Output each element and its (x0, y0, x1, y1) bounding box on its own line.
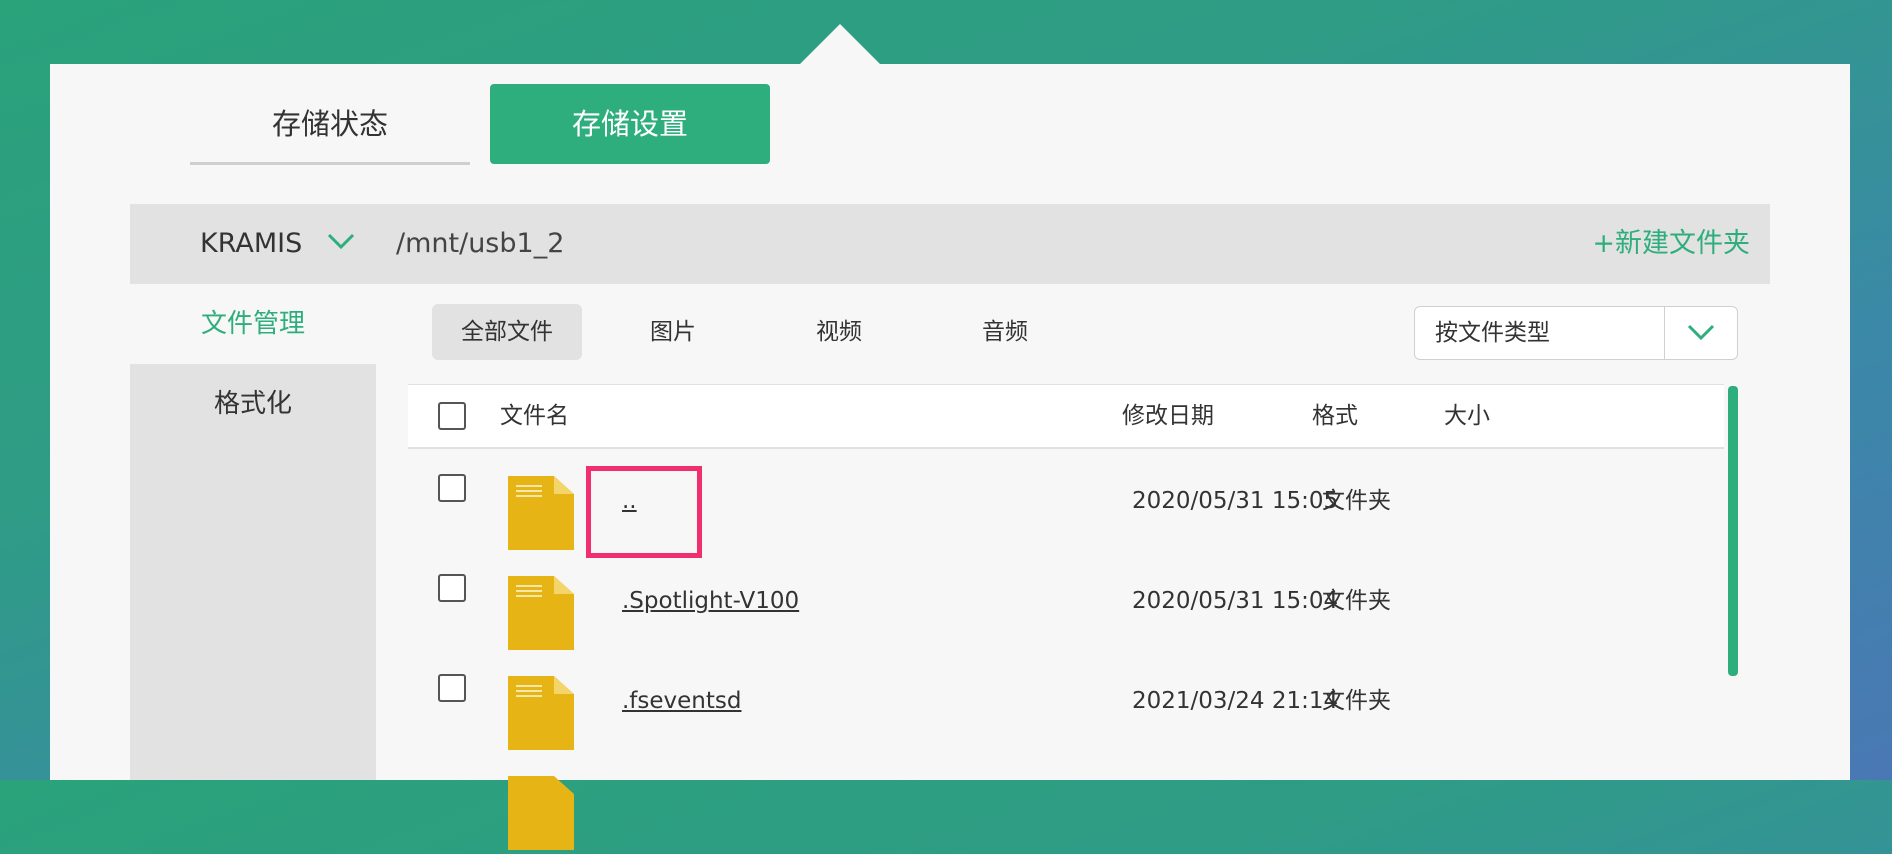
filter-videos[interactable]: 视频 (764, 304, 914, 360)
file-type: 文件夹 (1322, 588, 1391, 614)
filter-audio[interactable]: 音频 (930, 304, 1080, 360)
table-header: 文件名 修改日期 格式 大小 (408, 384, 1724, 449)
file-date: 2021/03/24 21:14 (1132, 688, 1339, 714)
row-checkbox[interactable] (438, 674, 466, 702)
storage-panel: 存储状态 存储设置 KRAMIS /mnt/usb1_2 +新建文件夹 文件管理… (50, 64, 1850, 850)
chevron-down-icon[interactable] (326, 231, 356, 255)
sort-dropdown-button[interactable] (1664, 307, 1737, 359)
table-scrollbar[interactable] (1728, 386, 1738, 676)
file-date: 2020/05/31 15:04 (1132, 588, 1339, 614)
table-row[interactable]: .Spotlight-V100 2020/05/31 15:04 文件夹 (408, 550, 1724, 650)
file-name-link[interactable]: .fseventsd (622, 686, 741, 716)
sidebar-item-file-management[interactable]: 文件管理 (130, 284, 376, 364)
path-bar: KRAMIS /mnt/usb1_2 +新建文件夹 (130, 204, 1770, 284)
sidebar: 文件管理 格式化 (130, 284, 376, 780)
device-selector[interactable]: KRAMIS (200, 204, 302, 284)
filter-all-files[interactable]: 全部文件 (432, 304, 582, 360)
header-modified-date[interactable]: 修改日期 (1122, 385, 1214, 447)
file-date: 2020/05/31 15:05 (1132, 488, 1339, 514)
file-table: 文件名 修改日期 格式 大小 .. 2020/05/31 15:05 文件夹 .… (408, 384, 1724, 850)
table-row[interactable]: .fseventsd 2021/03/24 21:14 文件夹 (408, 650, 1724, 750)
sort-label: 按文件类型 (1435, 320, 1550, 346)
sidebar-item-format[interactable]: 格式化 (130, 364, 376, 444)
folder-icon (508, 676, 574, 754)
row-checkbox[interactable] (438, 574, 466, 602)
row-checkbox[interactable] (438, 474, 466, 502)
filter-images[interactable]: 图片 (598, 304, 748, 360)
file-type: 文件夹 (1322, 488, 1391, 514)
table-row[interactable] (408, 750, 1724, 850)
header-format[interactable]: 格式 (1312, 385, 1358, 447)
chevron-down-icon (1687, 324, 1715, 341)
tab-storage-status[interactable]: 存储状态 (190, 84, 470, 165)
folder-icon (508, 776, 574, 854)
panel-pointer (800, 24, 880, 64)
header-file-name[interactable]: 文件名 (500, 385, 569, 447)
select-all-checkbox[interactable] (438, 402, 466, 430)
folder-icon (508, 476, 574, 554)
highlight-box (586, 466, 702, 558)
current-path: /mnt/usb1_2 (396, 228, 565, 259)
table-row[interactable]: .. 2020/05/31 15:05 文件夹 (408, 450, 1724, 558)
file-type: 文件夹 (1322, 688, 1391, 714)
tab-storage-settings[interactable]: 存储设置 (490, 84, 770, 164)
sort-select[interactable]: 按文件类型 (1414, 306, 1738, 360)
file-name-link[interactable]: .. (622, 486, 637, 516)
folder-icon (508, 576, 574, 654)
header-size[interactable]: 大小 (1444, 385, 1490, 447)
new-folder-button[interactable]: +新建文件夹 (1592, 204, 1750, 284)
file-name-link[interactable]: .Spotlight-V100 (622, 586, 799, 616)
